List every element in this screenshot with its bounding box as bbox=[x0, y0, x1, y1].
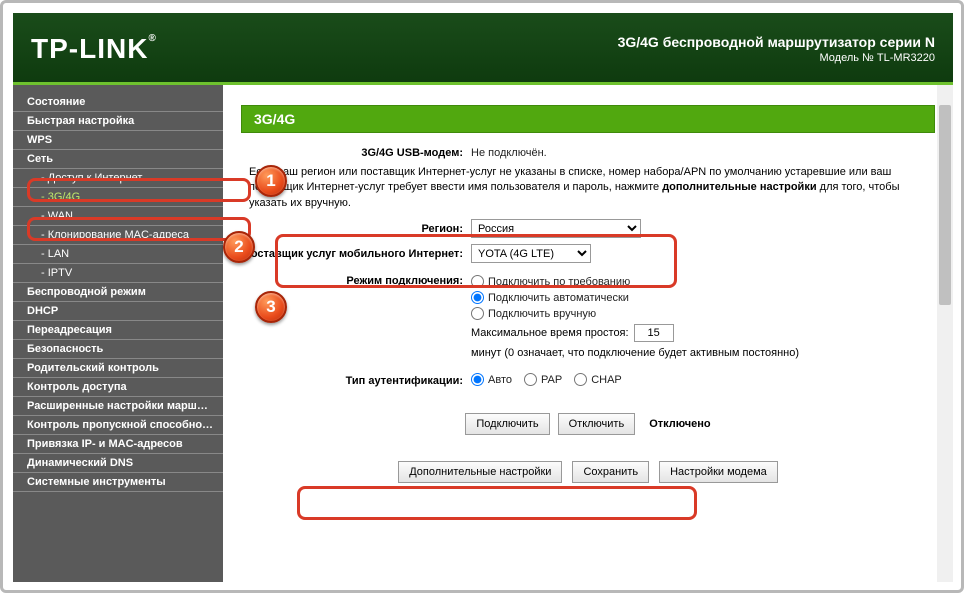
nav-item-6[interactable]: - WAN bbox=[13, 207, 223, 226]
header: TP-LINK® 3G/4G беспроводной маршрутизато… bbox=[13, 13, 953, 85]
marker-2: 2 bbox=[223, 231, 255, 263]
modem-status: Не подключён. bbox=[471, 147, 935, 159]
nav-item-8[interactable]: - LAN bbox=[13, 245, 223, 264]
isp-select[interactable]: YOTA (4G LTE) bbox=[471, 244, 591, 263]
auth-label: Тип аутентификации: bbox=[241, 375, 471, 387]
nav-item-12[interactable]: Переадресация bbox=[13, 321, 223, 340]
brand-logo: TP-LINK® bbox=[31, 33, 157, 65]
sidebar-nav: СостояниеБыстрая настройкаWPSСеть- Досту… bbox=[13, 85, 223, 582]
advanced-settings-button[interactable]: Дополнительные настройки bbox=[398, 461, 562, 483]
modem-settings-button[interactable]: Настройки модема bbox=[659, 461, 778, 483]
nav-item-2[interactable]: WPS bbox=[13, 131, 223, 150]
auth-auto[interactable] bbox=[471, 373, 484, 386]
max-idle-input[interactable] bbox=[634, 324, 674, 342]
isp-label: Поставщик услуг мобильного Интернет: bbox=[241, 248, 471, 260]
nav-item-3[interactable]: Сеть bbox=[13, 150, 223, 169]
location-select[interactable]: Россия bbox=[471, 219, 641, 238]
conn-mode-label: Режим подключения: bbox=[241, 275, 471, 287]
nav-item-4[interactable]: - Доступ к Интернет bbox=[13, 169, 223, 188]
auth-chap[interactable] bbox=[574, 373, 587, 386]
conn-status: Отключено bbox=[649, 418, 710, 430]
product-model: Модель № TL-MR3220 bbox=[618, 52, 935, 64]
conn-mode-manual[interactable] bbox=[471, 307, 484, 320]
product-title: 3G/4G беспроводной маршрутизатор серии N bbox=[618, 34, 935, 50]
connect-button[interactable]: Подключить bbox=[465, 413, 549, 435]
section-title: 3G/4G bbox=[241, 105, 935, 133]
nav-item-18[interactable]: Привязка IP- и MAC-адресов bbox=[13, 435, 223, 454]
nav-item-19[interactable]: Динамический DNS bbox=[13, 454, 223, 473]
marker-3: 3 bbox=[255, 291, 287, 323]
nav-item-0[interactable]: Состояние bbox=[13, 93, 223, 112]
nav-item-13[interactable]: Безопасность bbox=[13, 340, 223, 359]
max-idle-suffix: минут (0 означает, что подключение будет… bbox=[471, 347, 799, 359]
nav-item-14[interactable]: Родительский контроль bbox=[13, 359, 223, 378]
nav-item-16[interactable]: Расширенные настройки маршрутизации bbox=[13, 397, 223, 416]
disconnect-button[interactable]: Отключить bbox=[558, 413, 636, 435]
location-label: Регион: bbox=[241, 223, 471, 235]
max-idle-label: Максимальное время простоя: bbox=[471, 327, 629, 339]
nav-item-9[interactable]: - IPTV bbox=[13, 264, 223, 283]
main-content: 3G/4G 3G/4G USB-модем: Не подключён. Есл… bbox=[223, 85, 953, 582]
nav-item-7[interactable]: - Клонирование MAC-адреса bbox=[13, 226, 223, 245]
nav-item-1[interactable]: Быстрая настройка bbox=[13, 112, 223, 131]
nav-item-20[interactable]: Системные инструменты bbox=[13, 473, 223, 492]
modem-label: 3G/4G USB-модем: bbox=[241, 147, 471, 159]
auth-pap[interactable] bbox=[524, 373, 537, 386]
save-button[interactable]: Сохранить bbox=[572, 461, 649, 483]
nav-item-5[interactable]: - 3G/4G bbox=[13, 188, 223, 207]
conn-mode-demand[interactable] bbox=[471, 275, 484, 288]
header-info: 3G/4G беспроводной маршрутизатор серии N… bbox=[618, 34, 935, 64]
nav-item-11[interactable]: DHCP bbox=[13, 302, 223, 321]
nav-item-15[interactable]: Контроль доступа bbox=[13, 378, 223, 397]
marker-1: 1 bbox=[255, 165, 287, 197]
info-note: Если ваш регион или поставщик Интернет-у… bbox=[241, 165, 935, 211]
vscrollbar[interactable] bbox=[937, 85, 953, 582]
nav-item-10[interactable]: Беспроводной режим bbox=[13, 283, 223, 302]
scroll-thumb[interactable] bbox=[939, 105, 951, 305]
conn-mode-auto[interactable] bbox=[471, 291, 484, 304]
nav-item-17[interactable]: Контроль пропускной способности bbox=[13, 416, 223, 435]
